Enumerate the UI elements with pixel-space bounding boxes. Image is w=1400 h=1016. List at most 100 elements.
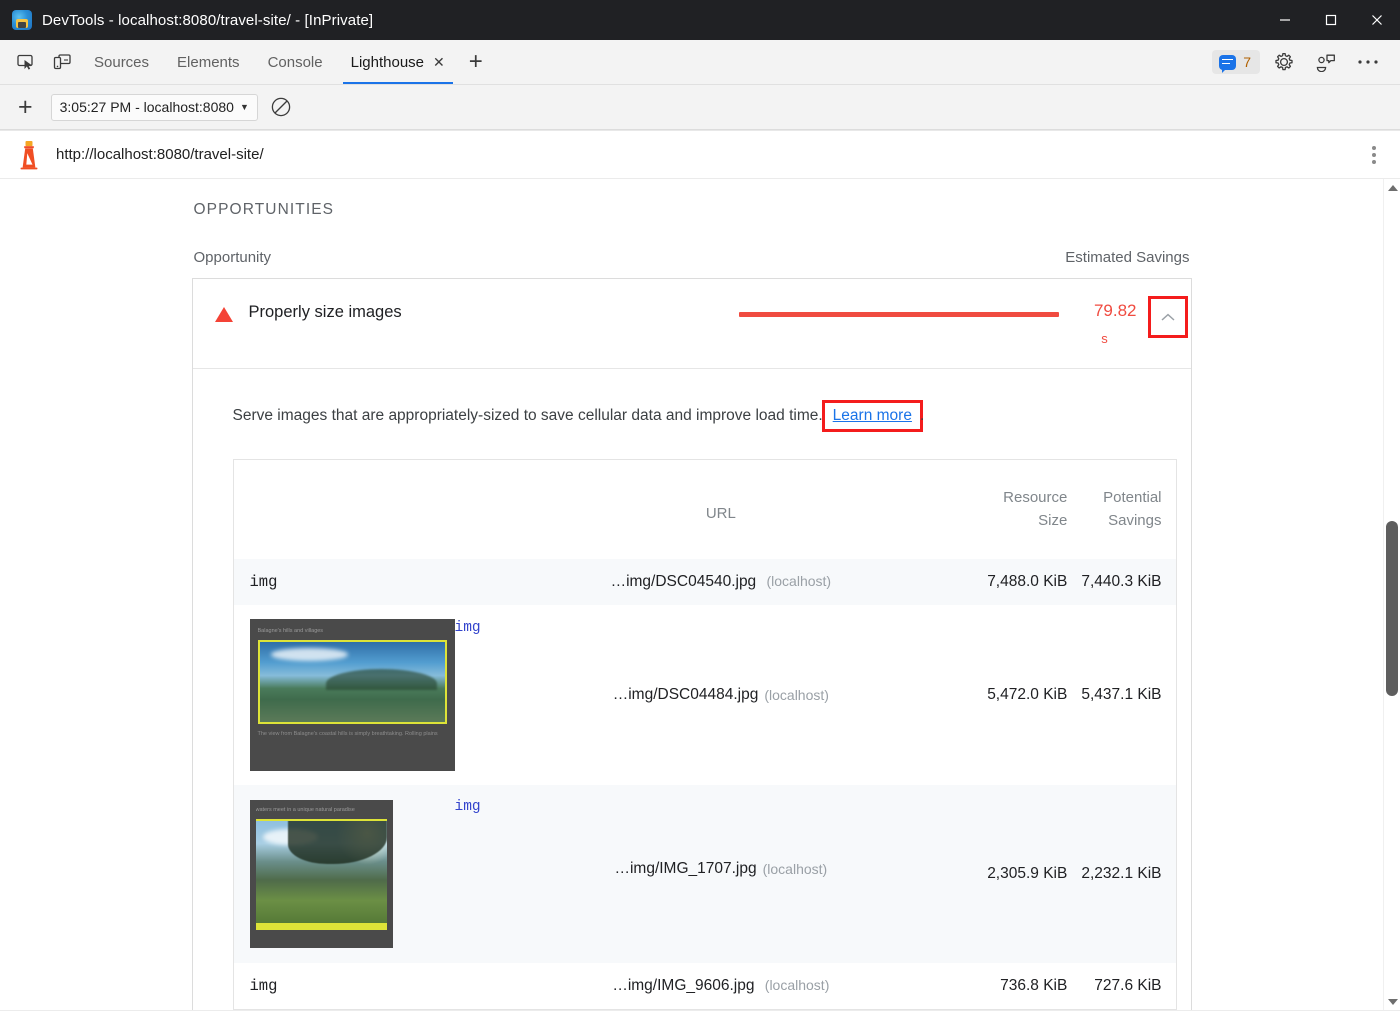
opportunity-header-row[interactable]: Properly size images 79.82 s: [193, 279, 1191, 369]
savings-value: 79.82: [1094, 301, 1137, 320]
table-row[interactable]: img …img/IMG_9606.jpg (localhost) 736.8 …: [233, 963, 1176, 1010]
col-thumbnail: [233, 460, 455, 559]
close-tab-icon[interactable]: ✕: [433, 55, 445, 69]
row-potential-savings: 5,437.1 KiB: [1081, 605, 1176, 785]
add-panel-icon[interactable]: +: [459, 40, 493, 84]
lighthouse-report: http://localhost:8080/travel-site/ OPPOR…: [0, 130, 1400, 1016]
settings-gear-icon[interactable]: [1266, 46, 1302, 78]
col-potential-savings: Potential Savings: [1081, 460, 1176, 559]
row-url-host: (localhost): [763, 861, 828, 877]
report-selector-dropdown[interactable]: 3:05:27 PM - localhost:8080 ▼: [51, 94, 258, 121]
thumbnail-caption: waters meet in a unique natural paradise: [256, 806, 387, 814]
expand-collapse-toggle[interactable]: [1151, 299, 1185, 335]
vertical-scrollbar[interactable]: [1383, 179, 1400, 1010]
row-node-tag[interactable]: img: [455, 799, 988, 815]
tab-label: Lighthouse: [351, 54, 424, 71]
tab-console[interactable]: Console: [254, 40, 337, 84]
row-url-host: (localhost): [764, 687, 829, 703]
kebab-menu-icon[interactable]: [1362, 140, 1386, 170]
savings-unit: s: [1073, 331, 1137, 346]
thumbnail-body-text: The view from Balagne's coastal hills is…: [258, 730, 447, 740]
row-url: …img/IMG_9606.jpg: [612, 977, 754, 994]
issues-count: 7: [1243, 54, 1251, 70]
opportunity-title: Properly size images: [249, 301, 402, 323]
detail-header-row: URL Resource Size: [233, 460, 1176, 559]
edge-devtools-icon: [12, 10, 32, 30]
learn-more-link[interactable]: Learn more: [833, 407, 912, 424]
clear-all-icon[interactable]: [270, 96, 292, 118]
row-potential-savings: 727.6 KiB: [1081, 963, 1176, 1010]
chevron-down-icon: ▼: [240, 102, 249, 112]
row-url-host: (localhost): [767, 573, 832, 589]
tab-label: Sources: [94, 54, 149, 71]
detail-table-body: img …img/DSC04540.jpg (localhost) 7,488.…: [233, 559, 1176, 1010]
row-resource-size: 5,472.0 KiB: [987, 605, 1081, 785]
close-icon[interactable]: [1354, 0, 1400, 40]
table-row[interactable]: img …img/DSC04540.jpg (localhost) 7,488.…: [233, 559, 1176, 605]
col-url: URL: [455, 460, 988, 559]
scrollbar-thumb[interactable]: [1386, 521, 1398, 696]
opportunity-detail-table: URL Resource Size: [233, 459, 1177, 1010]
report-scroll-area: OPPORTUNITIES Opportunity Estimated Savi…: [0, 179, 1383, 1010]
tab-bar-right-tools: 7: [1212, 40, 1400, 84]
thumbnail-photo: [256, 819, 387, 925]
col-resource-size-line1: Resource: [1003, 489, 1067, 506]
lighthouse-run-bar: + 3:05:27 PM - localhost:8080 ▼: [0, 85, 1400, 130]
col-potential-savings-line2: Savings: [1108, 512, 1161, 529]
row-resource-size: 736.8 KiB: [987, 963, 1081, 1010]
row-content-cell: img …img/DSC04484.jpg (localhost): [455, 605, 988, 785]
savings-bar-fill: [739, 312, 1059, 317]
maximize-icon[interactable]: [1308, 0, 1354, 40]
issues-bubble-icon: [1219, 55, 1236, 70]
lighthouse-icon: [16, 140, 42, 170]
row-url-host: (localhost): [765, 977, 830, 993]
new-report-icon[interactable]: +: [12, 95, 39, 120]
report-url-bar: http://localhost:8080/travel-site/: [0, 131, 1400, 179]
row-potential-savings: 2,232.1 KiB: [1081, 785, 1176, 963]
thumbnail-photo: [258, 640, 447, 724]
minimize-icon[interactable]: [1262, 0, 1308, 40]
thumbnail-footer-strip: [256, 930, 387, 948]
tab-sources[interactable]: Sources: [80, 40, 163, 84]
report-bottom-edge: [0, 1010, 1400, 1016]
report-body: OPPORTUNITIES Opportunity Estimated Savi…: [0, 179, 1400, 1010]
row-url: …img/DSC04484.jpg: [613, 686, 759, 704]
opportunities-column-headers: Opportunity Estimated Savings: [192, 249, 1192, 278]
col-header-opportunity: Opportunity: [194, 249, 1066, 266]
devtools-window: DevTools - localhost:8080/travel-site/ -…: [0, 0, 1400, 1016]
col-resource-size-line2: Size: [1038, 512, 1067, 529]
table-row[interactable]: waters meet in a unique natural paradise: [233, 785, 1176, 963]
row-resource-size: 7,488.0 KiB: [987, 559, 1081, 605]
row-node-tag[interactable]: img: [233, 963, 455, 1010]
row-url: …img/DSC04540.jpg: [611, 573, 757, 590]
tab-lighthouse[interactable]: Lighthouse ✕: [337, 40, 459, 84]
device-toolbar-icon[interactable]: [44, 40, 80, 84]
window-controls: [1262, 0, 1400, 40]
feedback-person-icon[interactable]: [1308, 46, 1344, 78]
savings-bar: [739, 301, 1059, 317]
table-row[interactable]: Balagne's hills and villages The view fr…: [233, 605, 1176, 785]
more-options-icon[interactable]: [1350, 46, 1386, 78]
issues-badge[interactable]: 7: [1212, 50, 1260, 74]
row-node-tag[interactable]: img: [455, 620, 988, 636]
tab-elements[interactable]: Elements: [163, 40, 254, 84]
inspect-element-icon[interactable]: [8, 40, 44, 84]
col-potential-savings-line1: Potential: [1103, 489, 1161, 506]
scroll-up-arrow[interactable]: [1384, 179, 1400, 196]
tab-label: Elements: [177, 54, 240, 71]
row-url-cell: …img/DSC04540.jpg (localhost): [455, 559, 988, 605]
description-period: .: [920, 407, 924, 425]
chevron-up-icon: [1160, 312, 1176, 323]
row-node-tag[interactable]: img: [233, 559, 455, 605]
learn-more-highlight: Learn more: [825, 403, 920, 429]
opportunity-savings-group: 79.82 s: [739, 301, 1191, 346]
opportunity-card: Properly size images 79.82 s: [192, 278, 1192, 1010]
row-potential-savings: 7,440.3 KiB: [1081, 559, 1176, 605]
row-resource-size: 2,305.9 KiB: [987, 785, 1081, 963]
row-url-cell: …img/IMG_9606.jpg (localhost): [455, 963, 988, 1010]
col-header-estimated-savings: Estimated Savings: [1065, 249, 1189, 266]
scroll-down-arrow[interactable]: [1384, 993, 1400, 1010]
description-text: Serve images that are appropriately-size…: [233, 407, 823, 425]
row-thumbnail-cell: waters meet in a unique natural paradise: [233, 785, 455, 963]
page-thumbnail: Balagne's hills and villages The view fr…: [250, 619, 455, 771]
